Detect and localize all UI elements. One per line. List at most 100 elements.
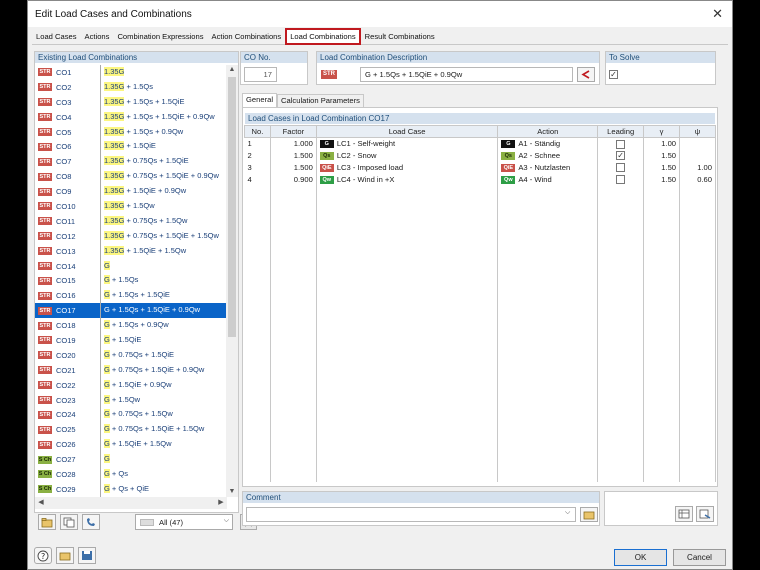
scroll-down-icon[interactable]: ▼: [226, 487, 238, 497]
table-row[interactable]: 4 0.900 Qw LC4 - Wind in +X Qw A4 - Wind 1.50 0…: [244, 173, 716, 186]
table-row[interactable]: 2 1.500 Qs LC2 - Snow Qs A2 - Schnee ✓ 1.50: [244, 149, 716, 162]
new-combination-button[interactable]: [38, 514, 56, 530]
combination-number: CO20: [56, 350, 76, 360]
tab-calculation-parameters[interactable]: Calculation Parameters: [277, 94, 364, 107]
help-icon: ?: [37, 550, 49, 561]
renumber-button[interactable]: [82, 514, 100, 530]
list-horizontal-scrollbar[interactable]: ◀ ▶: [35, 497, 227, 509]
list-item[interactable]: STR CO2 1.35G + 1.5Qs: [35, 79, 227, 95]
combination-description: 1.35G + 1.5Qw: [100, 199, 227, 214]
tab-load-cases[interactable]: Load Cases: [32, 30, 81, 44]
comment-label: Comment: [243, 492, 599, 503]
leading-checkbox[interactable]: ✓: [616, 151, 626, 161]
cell-leading: [597, 161, 645, 174]
list-item[interactable]: STR CO22 G + 1.5QiE + 0.9Qw: [35, 377, 227, 393]
tab-actions[interactable]: Actions: [81, 30, 114, 44]
list-item[interactable]: STR CO13 1.35G + 1.5QiE + 1.5Qw: [35, 243, 227, 259]
combination-description: G + 1.5Qs + 1.5QiE + 0.9Qw: [100, 303, 227, 319]
list-item[interactable]: STR CO12 1.35G + 0.75Qs + 1.5QiE + 1.5Qw: [35, 228, 227, 244]
leading-checkbox[interactable]: [616, 139, 626, 149]
list-item[interactable]: STR CO10 1.35G + 1.5Qw: [35, 199, 227, 214]
description-type-badge[interactable]: STR: [321, 70, 337, 79]
scroll-left-icon[interactable]: ◀: [35, 498, 47, 508]
save-button[interactable]: [78, 547, 96, 564]
list-item[interactable]: S Ch CO28 G + Qs: [35, 467, 227, 482]
variable-terms: + 0.75Qs + 1.5Qw: [124, 215, 188, 225]
scroll-right-icon[interactable]: ▶: [215, 498, 227, 508]
list-item[interactable]: STR CO26 G + 1.5QiE + 1.5Qw: [35, 437, 227, 453]
list-item[interactable]: STR CO6 1.35G + 1.5QiE: [35, 139, 227, 155]
filter-button[interactable]: [696, 506, 714, 522]
list-item[interactable]: STR CO4 1.35G + 1.5Qs + 1.5QiE + 0.9Qw: [35, 109, 227, 125]
scroll-thumb[interactable]: [228, 77, 236, 337]
leading-checkbox[interactable]: [616, 175, 626, 185]
list-item[interactable]: STR CO8 1.35G + 0.75Qs + 1.5QiE + 0.9Qw: [35, 169, 227, 185]
leading-checkbox[interactable]: [616, 163, 626, 173]
combination-number: CO8: [56, 172, 72, 182]
list-item[interactable]: STR CO24 G + 0.75Qs + 1.5Qw: [35, 407, 227, 423]
help-button[interactable]: ?: [34, 547, 52, 564]
cell-action: Qw A4 - Wind: [497, 173, 599, 186]
list-item[interactable]: STR CO23 G + 1.5Qw: [35, 392, 227, 408]
new-folder-icon: [41, 517, 53, 527]
description-pick-button[interactable]: [577, 67, 595, 82]
list-item[interactable]: STR CO25 G + 0.75Qs + 1.5QiE + 1.5Qw: [35, 422, 227, 438]
variable-terms: + Qs + QiE: [109, 483, 150, 493]
tab-result-combinations[interactable]: Result Combinations: [361, 30, 439, 44]
permanent-term: 1.35G: [104, 96, 125, 106]
permanent-term: 1.35G: [104, 156, 125, 166]
list-item[interactable]: STR CO9 1.35G + 1.5QiE + 0.9Qw: [35, 184, 227, 200]
combination-number: CO26: [56, 440, 76, 450]
description-field[interactable]: G + 1.5Qs + 1.5QiE + 0.9Qw: [360, 67, 573, 82]
cell-gamma: 1.50: [643, 173, 681, 186]
comment-lookup-button[interactable]: [580, 507, 598, 522]
list-vertical-scrollbar[interactable]: ▲ ▼: [226, 65, 238, 497]
list-item[interactable]: STR CO21 G + 0.75Qs + 1.5QiE + 0.9Qw: [35, 362, 227, 378]
table-row[interactable]: 3 1.500 QiE LC3 - Imposed load QiE A3 - Nutzl…: [244, 161, 716, 174]
to-solve-checkbox[interactable]: ✓: [609, 70, 618, 79]
list-item[interactable]: STR CO15 G + 1.5Qs: [35, 273, 227, 289]
list-item[interactable]: STR CO20 G + 0.75Qs + 1.5QiE: [35, 347, 227, 363]
list-item[interactable]: STR CO7 1.35G + 0.75Qs + 1.5QiE: [35, 154, 227, 170]
list-item[interactable]: STR CO3 1.35G + 1.5Qs + 1.5QiE: [35, 94, 227, 110]
cell-gamma: 1.50: [643, 161, 681, 174]
open-button[interactable]: [56, 547, 74, 564]
action-badge: Qw: [501, 176, 516, 184]
cell-leading: [597, 137, 645, 150]
comment-field[interactable]: [246, 507, 576, 522]
empty-cell: [270, 185, 317, 482]
list-item[interactable]: STR CO16 G + 1.5Qs + 1.5QiE: [35, 288, 227, 304]
ok-button[interactable]: OK: [614, 549, 667, 566]
tab-combination-expressions[interactable]: Combination Expressions: [113, 30, 207, 44]
copy-combination-button[interactable]: [60, 514, 78, 530]
list-item[interactable]: STR CO17 G + 1.5Qs + 1.5QiE + 0.9Qw: [35, 303, 227, 319]
list-item[interactable]: STR CO5 1.35G + 1.5Qs + 0.9Qw: [35, 124, 227, 140]
co-number-field[interactable]: 17: [244, 67, 277, 82]
tab-load-combinations[interactable]: Load Combinations: [285, 28, 361, 45]
chevron-down-icon[interactable]: ⌵: [224, 517, 229, 525]
list-item[interactable]: STR CO19 G + 1.5QiE: [35, 333, 227, 348]
load-case-badge: Qw: [319, 176, 334, 184]
list-item[interactable]: STR CO11 1.35G + 0.75Qs + 1.5Qw: [35, 213, 227, 229]
list-item[interactable]: STR CO1 1.35G: [35, 65, 227, 80]
tab-action-combinations[interactable]: Action Combinations: [208, 30, 286, 44]
list-item[interactable]: S Ch CO27 G: [35, 452, 227, 468]
filter-select[interactable]: All (47) ⌵: [135, 514, 233, 530]
cancel-button[interactable]: Cancel: [673, 549, 726, 566]
close-icon[interactable]: ✕: [712, 6, 723, 22]
list-item[interactable]: STR CO18 G + 1.5Qs + 0.9Qw: [35, 318, 227, 334]
type-badge: STR: [38, 217, 52, 226]
cell-action: G A1 - Ständig: [497, 137, 599, 150]
tab-general[interactable]: General: [242, 93, 278, 107]
variable-terms: + 1.5Qs + 0.9Qw: [124, 126, 184, 136]
type-badge: S Ch: [38, 455, 52, 464]
permanent-term: G: [104, 454, 110, 464]
list-item[interactable]: S Ch CO29 G + Qs + QiE: [35, 481, 227, 497]
import-button[interactable]: [675, 506, 693, 522]
combination-number: CO19: [56, 335, 76, 345]
list-item[interactable]: STR CO14 G: [35, 258, 227, 274]
load-cases-table: No. Factor Load Case Action Leading γ ψ …: [244, 125, 716, 482]
scroll-up-icon[interactable]: ▲: [226, 65, 238, 75]
comment-chevron-down-icon[interactable]: ⌵: [565, 509, 570, 517]
table-row[interactable]: 1 1.000 G LC1 - Self-weight G A1 - Ständig 1.0…: [244, 137, 716, 150]
